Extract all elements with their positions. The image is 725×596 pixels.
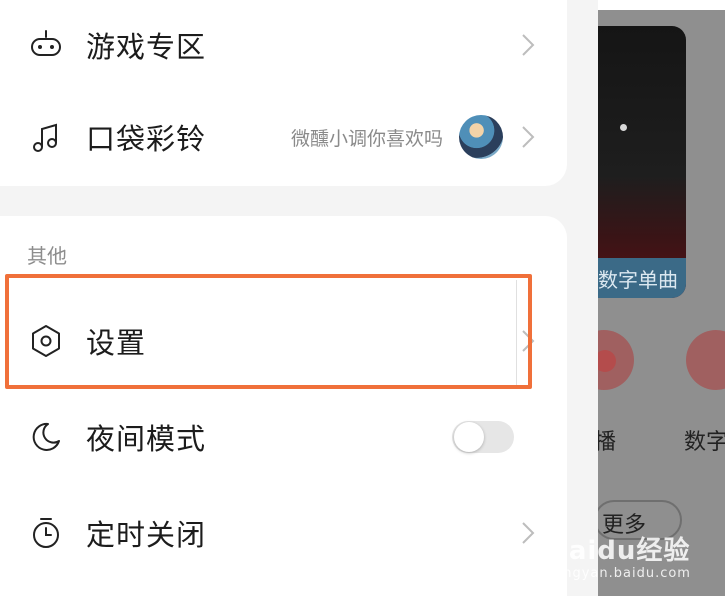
menu-item-ringtone[interactable]: 口袋彩铃 微醺小调你喜欢吗: [0, 92, 567, 182]
radio-icon-center: [598, 350, 616, 372]
menu-item-night-mode[interactable]: 夜间模式: [0, 392, 567, 482]
tab-label-left: 播: [598, 430, 617, 455]
highlight-box: [5, 274, 532, 389]
menu-item-label: 游戏专区: [86, 30, 207, 64]
background-app-overlay[interactable]: 数字单曲 播 数字 更多: [598, 10, 725, 596]
night-mode-toggle[interactable]: [452, 421, 514, 453]
menu-item-game-zone[interactable]: 游戏专区: [0, 0, 567, 90]
gamepad-icon: [31, 30, 61, 56]
media-caption: 数字单曲: [598, 268, 678, 292]
digital-album-icon: [686, 330, 725, 390]
radio-icon: [598, 330, 634, 390]
moon-icon: [32, 422, 60, 451]
section-title: 其他: [27, 244, 67, 268]
tab-label-right: 数字: [684, 430, 725, 455]
menu-item-label: 口袋彩铃: [86, 122, 207, 156]
music-note-icon: [33, 123, 57, 152]
chevron-right-icon: [522, 522, 535, 544]
watermark-url: jingyan.baidu.com: [554, 566, 691, 581]
menu-item-label: 定时关闭: [86, 518, 207, 552]
menu-item-label: 夜间模式: [86, 422, 207, 456]
chevron-right-icon: [522, 34, 535, 56]
watermark-brand: Baidu经验: [548, 536, 691, 566]
chevron-right-icon: [522, 126, 535, 148]
ringtone-subtitle: 微醺小调你喜欢吗: [290, 127, 443, 150]
avatar: [459, 115, 503, 159]
menu-item-sleep-timer[interactable]: 定时关闭: [0, 488, 567, 578]
media-dot: [620, 124, 627, 131]
timer-icon: [33, 518, 59, 548]
menu-card-top: 游戏专区 口袋彩铃 微醺小调你喜欢吗: [0, 0, 567, 186]
side-drawer: 游戏专区 口袋彩铃 微醺小调你喜欢吗 其他 设置 夜间模式 定时关闭: [0, 0, 598, 596]
toggle-knob: [454, 422, 484, 452]
